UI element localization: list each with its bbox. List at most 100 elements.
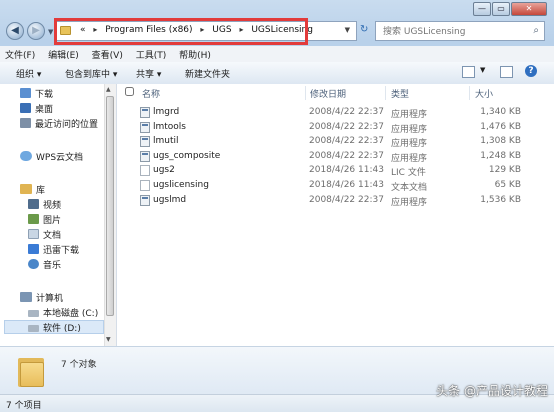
drive-icon [28,325,39,332]
file-row[interactable]: lmutil 2008/4/22 22:37 应用程序 1,308 KB [137,135,547,149]
nav-item-pictures[interactable]: 图片 [28,213,61,226]
breadcrumb-program-files[interactable]: Program Files (x86) [105,25,192,35]
search-box[interactable]: ⌕ [375,21,545,41]
column-header-type[interactable]: 类型 [391,87,409,100]
nav-item-recent-places[interactable]: 最近访问的位置 [20,117,98,130]
file-type: 应用程序 [391,124,428,135]
download-folder-icon [20,88,31,98]
pictures-library-icon [28,214,39,224]
file-row[interactable]: ugs2 2018/4/26 11:43 LIC 文件 129 KB [137,164,547,178]
file-row[interactable]: lmtools 2008/4/22 22:37 应用程序 1,476 KB [137,121,547,135]
share-button[interactable]: 共享 ▾ [136,67,161,80]
preview-pane-icon[interactable] [500,66,513,78]
breadcrumb-overflow[interactable]: « [80,25,86,35]
nav-item-computer[interactable]: 计算机 [20,291,63,304]
minimize-button[interactable]: — [473,2,491,16]
menu-edit[interactable]: 编辑(E) [43,46,84,61]
nav-item-music[interactable]: 音乐 [28,258,61,271]
file-name: ugs2 [153,165,175,176]
search-icon[interactable]: ⌕ [533,25,539,36]
column-header-date[interactable]: 修改日期 [310,87,346,100]
nav-item-libraries[interactable]: 库 [20,183,45,196]
nav-scroll-thumb[interactable] [106,96,114,316]
refresh-icon[interactable]: ↻ [360,24,368,35]
breadcrumb-separator[interactable]: ▸ [93,25,97,34]
organize-button[interactable]: 组织 ▾ [16,67,41,80]
file-size: 1,340 KB [480,107,521,117]
column-divider[interactable] [385,86,386,100]
document-file-icon [140,165,150,177]
nav-item-drive-d[interactable]: 软件 (D:) [28,321,81,334]
nav-item-drive-c[interactable]: 本地磁盘 (C:) [28,306,98,319]
folder-icon [18,355,44,387]
recent-pages-dropdown-icon[interactable]: ▼ [48,28,53,36]
nav-scrollbar[interactable]: ▲ ▼ [104,84,116,346]
file-name: ugs_composite [153,150,221,161]
folder-icon [60,26,71,35]
search-input[interactable] [381,23,525,41]
nav-item-wps-cloud[interactable]: WPS云文档 [20,150,83,163]
file-row[interactable]: ugs_composite 2008/4/22 22:37 应用程序 1,248 KB [137,150,547,164]
file-row[interactable]: ugslmd 2008/4/22 22:37 应用程序 1,536 KB [137,194,547,208]
nav-item-downloads[interactable]: 下载 [20,87,53,100]
documents-library-icon [28,229,39,239]
breadcrumb-separator[interactable]: ▸ [200,25,204,34]
scroll-down-icon[interactable]: ▼ [106,336,111,343]
forward-button[interactable]: ▶ [27,22,45,40]
file-size: 129 KB [488,165,521,176]
back-button[interactable]: ◀ [6,22,24,40]
file-row[interactable]: lmgrd 2008/4/22 22:37 应用程序 1,340 KB [137,106,547,120]
help-icon[interactable]: ? [525,65,537,77]
file-date: 2018/4/26 11:43 [309,180,384,190]
file-type: 应用程序 [391,110,428,120]
file-date: 2008/4/22 22:37 [309,150,384,161]
drive-icon [28,310,39,317]
scroll-up-icon[interactable]: ▲ [106,86,111,93]
recent-places-icon [20,118,31,128]
menu-help[interactable]: 帮助(H) [174,46,216,61]
file-name: lmutil [153,136,179,147]
address-field[interactable]: « ▸ Program Files (x86) ▸ UGS ▸ UGSLicen… [55,21,357,41]
desktop-icon [20,103,31,113]
file-size: 65 KB [494,180,521,190]
menu-view[interactable]: 查看(V) [87,46,128,61]
include-in-library-button[interactable]: 包含到库中 ▾ [65,67,117,80]
file-date: 2008/4/22 22:37 [309,121,384,132]
file-name: ugslmd [153,194,187,205]
close-button[interactable]: ✕ [511,2,547,16]
breadcrumb-separator[interactable]: ▸ [239,25,243,34]
column-divider[interactable] [469,86,470,100]
file-type: 文本文档 [391,183,428,193]
nav-item-videos[interactable]: 视频 [28,198,61,211]
maximize-button[interactable]: ▭ [492,2,510,16]
details-item-count: 7 个对象 [61,360,97,370]
breadcrumb-ugs[interactable]: UGS [212,25,231,35]
select-all-checkbox[interactable] [125,87,134,96]
file-row[interactable]: ugslicensing 2018/4/26 11:43 文本文档 65 KB [137,179,547,193]
column-header-size[interactable]: 大小 [475,87,493,100]
address-bar-row: ◀ ▶ ▼ « ▸ Program Files (x86) ▸ UGS ▸ UG… [0,18,554,46]
nav-item-desktop[interactable]: 桌面 [20,102,53,115]
view-dropdown-icon[interactable]: ▼ [480,66,485,74]
file-date: 2008/4/22 22:37 [309,107,384,117]
column-divider[interactable] [305,86,306,100]
file-name: lmgrd [153,107,180,117]
file-date: 2008/4/22 22:37 [309,194,384,205]
column-header-name[interactable]: 名称 [142,87,160,100]
status-item-count: 7 个项目 [6,401,42,411]
application-file-icon [140,107,150,118]
cloud-icon [20,151,32,161]
menu-tools[interactable]: 工具(T) [131,46,172,61]
nav-item-thunder-downloads[interactable]: 迅雷下载 [28,243,79,256]
breadcrumb-ugslicensing[interactable]: UGSLicensing [251,25,313,35]
nav-item-documents[interactable]: 文档 [28,228,61,241]
view-options-icon[interactable] [462,66,475,78]
address-dropdown-icon[interactable]: ▼ [345,26,350,34]
file-date: 2018/4/26 11:43 [309,165,384,176]
new-folder-button[interactable]: 新建文件夹 [185,67,230,80]
application-file-icon [140,194,150,206]
file-type: 应用程序 [391,139,428,150]
file-type: 应用程序 [391,197,428,208]
menu-file[interactable]: 文件(F) [0,46,40,61]
file-name: lmtools [153,121,186,132]
